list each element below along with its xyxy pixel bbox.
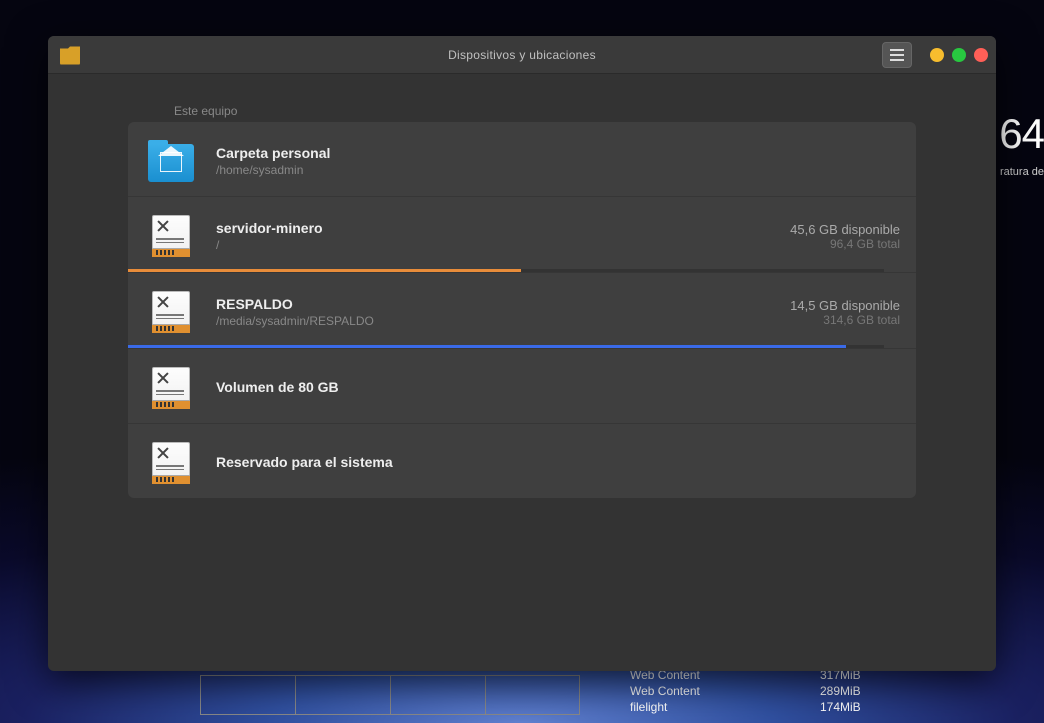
location-row-reserved[interactable]: Reservado para el sistema (128, 424, 916, 498)
storage-available: 14,5 GB disponible (790, 298, 900, 313)
storage-total: 96,4 GB total (790, 237, 900, 251)
main-window: Dispositivos y ubicaciones Este equipo C… (48, 36, 996, 671)
close-button[interactable] (974, 48, 988, 62)
section-label: Este equipo (174, 104, 916, 118)
location-name: servidor-minero (216, 220, 790, 236)
home-folder-icon (144, 136, 198, 186)
usage-bar (128, 269, 884, 272)
location-row-root[interactable]: servidor-minero / 45,6 GB disponible 96,… (128, 197, 916, 273)
titlebar[interactable]: Dispositivos y ubicaciones (48, 36, 996, 74)
hamburger-icon (890, 54, 904, 56)
storage-total: 314,6 GB total (790, 313, 900, 327)
location-path: /media/sysadmin/RESPALDO (216, 314, 790, 328)
drive-icon (144, 438, 198, 488)
location-path: / (216, 238, 790, 252)
process-name: filelight (630, 699, 760, 715)
maximize-button[interactable] (952, 48, 966, 62)
drive-icon (144, 211, 198, 261)
process-list-fragment: Web Content 317MiB Web Content 289MiB fi… (630, 667, 861, 715)
storage-info: 45,6 GB disponible 96,4 GB total (790, 222, 900, 251)
drive-icon (144, 287, 198, 337)
process-mem: 289MiB (820, 683, 861, 699)
process-mem: 174MiB (820, 699, 861, 715)
devices-panel: Carpeta personal /home/sysadmin servidor… (128, 122, 916, 498)
location-path: /home/sysadmin (216, 163, 900, 177)
location-name: Reservado para el sistema (216, 454, 900, 470)
desktop-big-number: 64 (994, 110, 1044, 158)
usage-bar (128, 345, 884, 348)
background-table-fragment (200, 675, 580, 715)
window-title: Dispositivos y ubicaciones (48, 48, 996, 62)
hamburger-menu-button[interactable] (882, 42, 912, 68)
storage-info: 14,5 GB disponible 314,6 GB total (790, 298, 900, 327)
desktop-small-label: ratura de (994, 166, 1044, 178)
location-row-home[interactable]: Carpeta personal /home/sysadmin (128, 122, 916, 197)
location-name: RESPALDO (216, 296, 790, 312)
app-icon (60, 45, 80, 65)
drive-icon (144, 363, 198, 413)
storage-available: 45,6 GB disponible (790, 222, 900, 237)
usage-bar-fill (128, 269, 521, 272)
location-name: Volumen de 80 GB (216, 379, 900, 395)
usage-bar-fill (128, 345, 846, 348)
location-row-respaldo[interactable]: RESPALDO /media/sysadmin/RESPALDO 14,5 G… (128, 273, 916, 349)
desktop-widget: 64 ratura de (994, 110, 1044, 178)
process-name: Web Content (630, 683, 760, 699)
content-area: Este equipo Carpeta personal /home/sysad… (48, 74, 996, 671)
location-row-vol80[interactable]: Volumen de 80 GB (128, 349, 916, 424)
minimize-button[interactable] (930, 48, 944, 62)
location-name: Carpeta personal (216, 145, 900, 161)
